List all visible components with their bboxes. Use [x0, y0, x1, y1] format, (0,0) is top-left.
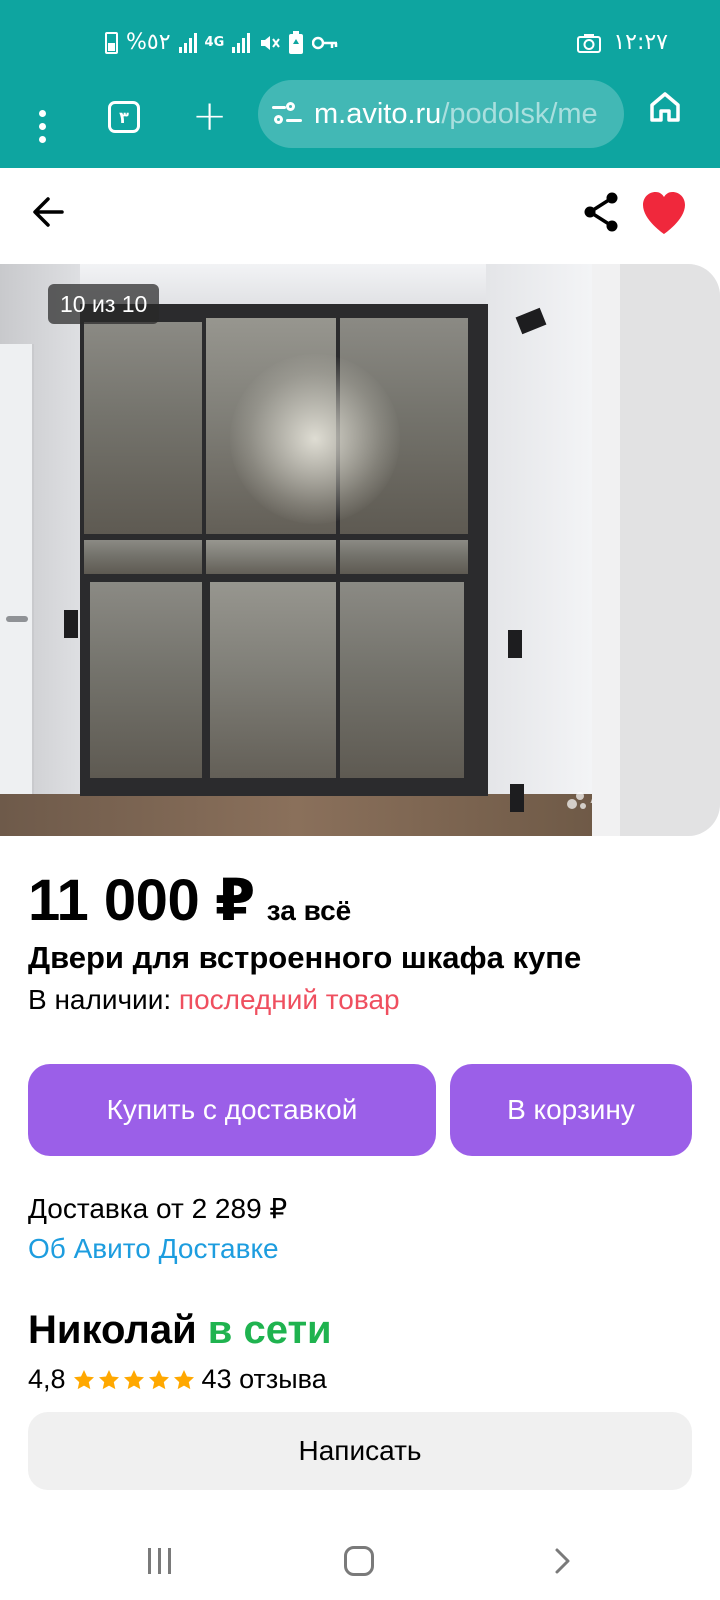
- star-icon: [98, 1369, 119, 1389]
- photo-wall-switch: [508, 630, 522, 658]
- browser-toolbar: ٣ + m.avito.ru/podolsk/me: [0, 80, 720, 168]
- arrow-left-icon[interactable]: [28, 192, 68, 232]
- recents-icon[interactable]: [144, 1548, 174, 1576]
- photo-door: [0, 344, 34, 836]
- status-left-group: %٥٢ 4G: [105, 30, 338, 55]
- key-icon: [312, 36, 338, 49]
- photo-wardrobe: [80, 304, 488, 796]
- wardrobe-panel: [84, 540, 202, 574]
- status-bar: %٥٢ 4G ١٢:٢٧: [0, 0, 720, 84]
- price: 11 000 ₽: [28, 868, 255, 933]
- battery-icon: [105, 31, 118, 54]
- home-icon[interactable]: [648, 90, 682, 124]
- signal-icon: [232, 32, 251, 53]
- clock: ١٢:٢٧: [613, 30, 668, 55]
- camera-icon: [577, 33, 602, 53]
- stock-info: В наличии: последний товар: [28, 984, 400, 1016]
- system-nav-bar: [0, 1520, 720, 1600]
- site-settings-icon[interactable]: [272, 99, 302, 129]
- delivery-price: Доставка от 2 289 ₽: [28, 1193, 288, 1224]
- photo-gallery[interactable]: Av 10 из 10: [0, 264, 720, 836]
- photo-light-reflection: [230, 354, 400, 524]
- add-to-cart-button[interactable]: В корзину: [450, 1064, 692, 1156]
- photo-wall-switch: [64, 610, 78, 638]
- star-icon: [148, 1369, 169, 1389]
- wardrobe-panel: [84, 322, 202, 534]
- buy-with-delivery-button[interactable]: Купить с доставкой: [28, 1064, 436, 1156]
- heart-filled-icon[interactable]: [640, 190, 688, 236]
- signal-icon: [178, 32, 197, 53]
- write-message-button[interactable]: Написать: [28, 1412, 692, 1490]
- wardrobe-panel: [206, 540, 336, 574]
- review-count[interactable]: 43 отзыва: [202, 1364, 327, 1395]
- rating-stars: [72, 1368, 196, 1392]
- photo-floor: [0, 794, 592, 836]
- about-delivery-link[interactable]: Об Авито Доставке: [28, 1233, 279, 1265]
- star-icon: [173, 1369, 194, 1389]
- stock-status: последний товар: [178, 984, 400, 1015]
- wardrobe-panel: [340, 582, 464, 778]
- photo-wall-switch: [510, 784, 524, 812]
- star-icon: [73, 1369, 94, 1389]
- status-right-group: ١٢:٢٧: [577, 30, 668, 55]
- battery-percent: %٥٢: [126, 30, 171, 55]
- seller-heading[interactable]: Николай в сети: [28, 1308, 332, 1353]
- listing-title: Двери для встроенного шкафа купе: [28, 940, 582, 975]
- url-text: m.avito.ru/podolsk/me: [314, 98, 598, 131]
- home-nav-icon[interactable]: [344, 1546, 374, 1576]
- price-row: 11 000 ₽ за всё: [28, 866, 351, 934]
- battery-saver-icon: [289, 30, 304, 54]
- url-path: /podolsk/me: [441, 97, 598, 130]
- tab-switcher-button[interactable]: ٣: [108, 101, 140, 133]
- price-suffix: за всё: [266, 895, 352, 926]
- wardrobe-panel: [340, 540, 468, 574]
- star-icon: [123, 1369, 144, 1389]
- seller-online-status: в сети: [207, 1308, 332, 1352]
- app-header: [0, 168, 720, 260]
- network-type-label: 4G: [204, 35, 225, 50]
- url-bar[interactable]: m.avito.ru/podolsk/me: [258, 80, 624, 148]
- rating-value: 4,8: [28, 1364, 66, 1394]
- browser-chrome: %٥٢ 4G ١٢:٢٧ ٣ + m.avito.ru/podolsk/me: [0, 0, 720, 168]
- url-host: m.avito.ru: [314, 97, 442, 130]
- photo-counter: 10 из 10: [48, 284, 160, 324]
- seller-rating[interactable]: 4,8 43 отзыва: [28, 1364, 327, 1395]
- photo-wall-right: [486, 264, 592, 836]
- listing-photo[interactable]: Av 10 из 10: [0, 264, 592, 836]
- seller-name[interactable]: Николай: [28, 1308, 197, 1352]
- next-photo-preview[interactable]: [592, 264, 720, 836]
- chevron-right-icon[interactable]: [548, 1547, 576, 1575]
- mute-icon: [261, 35, 281, 50]
- wardrobe-panel: [90, 582, 202, 778]
- avito-logo-icon: [567, 792, 586, 809]
- plus-icon[interactable]: +: [192, 92, 227, 140]
- photo-door-handle: [6, 616, 28, 622]
- wardrobe-panel: [210, 582, 336, 778]
- avito-watermark: Av: [566, 786, 592, 812]
- kebab-menu-icon[interactable]: [26, 102, 58, 150]
- stock-label: В наличии:: [28, 984, 172, 1015]
- share-icon[interactable]: [582, 190, 622, 234]
